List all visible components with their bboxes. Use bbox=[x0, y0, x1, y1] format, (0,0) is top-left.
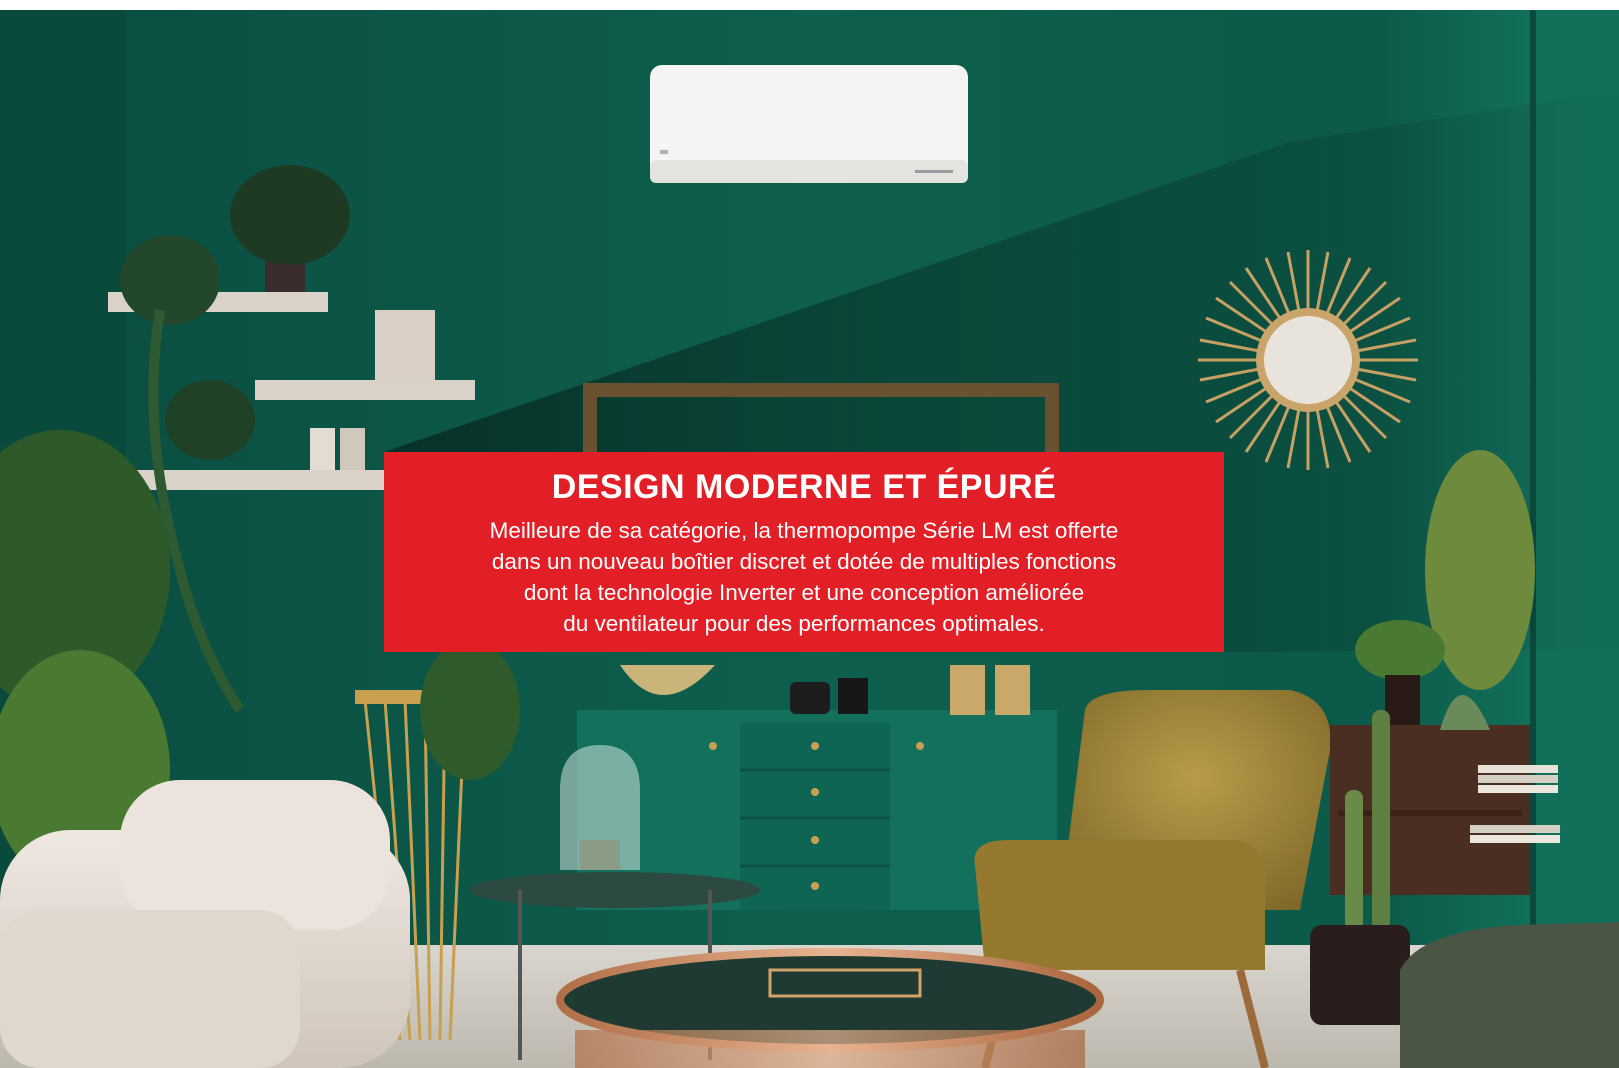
callout-line: Meilleure de sa catégorie, la thermopomp… bbox=[489, 518, 1119, 543]
callout-line: dont la technologie Inverter et une conc… bbox=[523, 580, 1085, 605]
callout-line: dans un nouveau boîtier discret et dotée… bbox=[491, 549, 1117, 574]
heat-pump-unit bbox=[650, 65, 968, 183]
feature-callout: DESIGN MODERNE ET ÉPURÉ Meilleure de sa … bbox=[384, 452, 1224, 652]
sunburst-mirror bbox=[1198, 250, 1418, 470]
callout-title: DESIGN MODERNE ET ÉPURÉ bbox=[551, 468, 1057, 506]
callout-body: Meilleure de sa catégorie, la thermopomp… bbox=[384, 515, 1224, 639]
callout-line: du ventilateur pour des performances opt… bbox=[563, 611, 1045, 636]
